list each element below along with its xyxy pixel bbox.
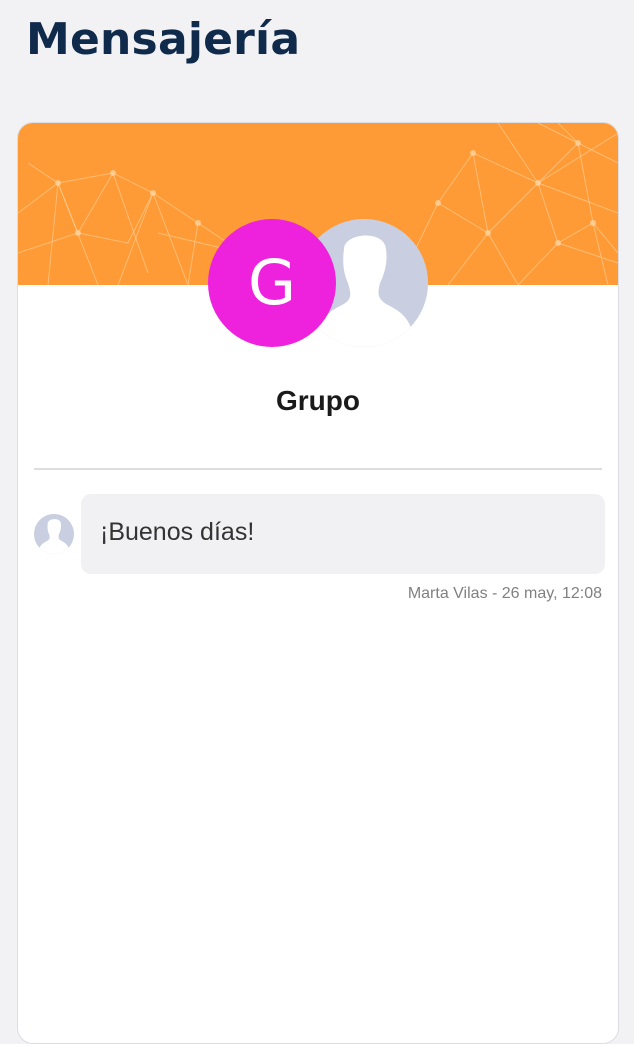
- group-avatar[interactable]: G: [208, 219, 336, 347]
- message-text: ¡Buenos días!: [100, 518, 255, 546]
- message-meta: Marta Vilas - 26 may, 12:08: [407, 585, 602, 602]
- divider: [34, 468, 602, 470]
- page-title: Mensajería: [26, 14, 301, 65]
- group-name: Grupo: [276, 385, 360, 416]
- person-silhouette-icon: [34, 514, 74, 554]
- group-avatars: G: [208, 219, 430, 349]
- message-bubble[interactable]: ¡Buenos días!: [81, 494, 605, 574]
- conversation-card: G Grupo ¡Buenos días! Marta Vilas - 26 m…: [17, 122, 619, 1044]
